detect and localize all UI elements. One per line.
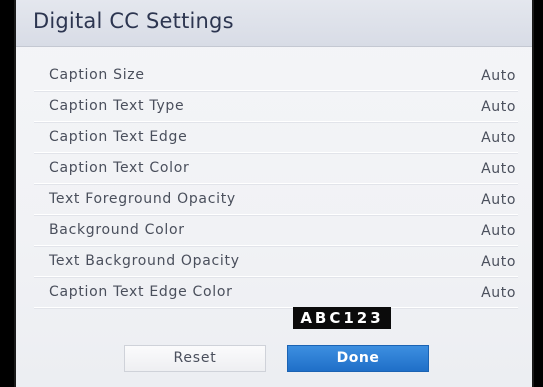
caption-preview: ABC123 <box>293 307 391 329</box>
setting-value: Auto <box>481 161 516 177</box>
title-bar: Digital CC Settings <box>16 0 532 47</box>
setting-value: Auto <box>481 130 516 146</box>
setting-row-caption-size[interactable]: Caption Size Auto <box>34 61 518 91</box>
setting-label: Caption Text Edge Color <box>49 284 233 300</box>
setting-label: Caption Text Edge <box>49 129 188 145</box>
setting-row-caption-text-type[interactable]: Caption Text Type Auto <box>34 92 518 122</box>
setting-label: Background Color <box>49 222 185 238</box>
setting-row-caption-text-edge[interactable]: Caption Text Edge Auto <box>34 123 518 153</box>
setting-value: Auto <box>481 99 516 115</box>
setting-row-text-background-opacity[interactable]: Text Background Opacity Auto <box>34 247 518 277</box>
reset-button[interactable]: Reset <box>124 345 266 372</box>
settings-list: Caption Size Auto Caption Text Type Auto… <box>34 61 518 309</box>
setting-label: Text Foreground Opacity <box>49 191 236 207</box>
setting-value: Auto <box>481 254 516 270</box>
setting-value: Auto <box>481 285 516 301</box>
setting-value: Auto <box>481 223 516 239</box>
settings-panel: Digital CC Settings Caption Size Auto Ca… <box>14 0 534 387</box>
setting-value: Auto <box>481 192 516 208</box>
setting-label: Caption Size <box>49 67 145 83</box>
setting-label: Caption Text Type <box>49 98 185 114</box>
setting-value: Auto <box>481 68 516 84</box>
setting-row-caption-text-edge-color[interactable]: Caption Text Edge Color Auto <box>34 278 518 308</box>
page-title: Digital CC Settings <box>33 9 234 33</box>
setting-row-caption-text-color[interactable]: Caption Text Color Auto <box>34 154 518 184</box>
setting-label: Text Background Opacity <box>49 253 240 269</box>
setting-row-text-foreground-opacity[interactable]: Text Foreground Opacity Auto <box>34 185 518 215</box>
done-button[interactable]: Done <box>287 345 429 372</box>
setting-label: Caption Text Color <box>49 160 190 176</box>
setting-row-background-color[interactable]: Background Color Auto <box>34 216 518 246</box>
